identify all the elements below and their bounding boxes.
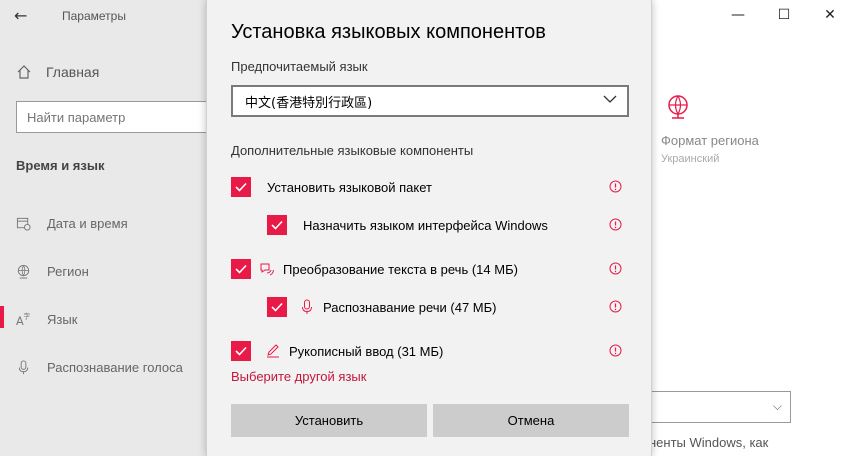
nav-home-label: Главная: [46, 64, 100, 80]
option-speech-recognition[interactable]: Распознавание речи (47 МБ): [267, 296, 497, 318]
info-icon[interactable]: [609, 300, 622, 313]
speech-icon: [260, 263, 274, 276]
pen-icon: [267, 344, 279, 358]
maximize-icon[interactable]: ☐: [761, 0, 807, 30]
minimize-icon[interactable]: —: [715, 0, 761, 30]
main-content: [630, 0, 853, 456]
microphone-icon: [18, 360, 29, 375]
sidebar-item-voice[interactable]: Распознавание голоса: [16, 360, 183, 375]
back-arrow-icon[interactable]: ←: [14, 6, 34, 26]
checkbox-checked[interactable]: [231, 177, 251, 197]
chevron-down-icon: ⌵: [772, 399, 782, 413]
microphone-icon: [302, 299, 312, 314]
option-handwriting[interactable]: Рукописный ввод (31 МБ): [231, 340, 443, 362]
close-icon[interactable]: ✕: [807, 0, 853, 30]
search-input[interactable]: [27, 109, 209, 125]
info-icon[interactable]: [609, 218, 622, 231]
globe-icon: [17, 264, 30, 279]
install-language-dialog: Установка языковых компонентов Предпочит…: [206, 0, 652, 456]
optional-features-label: Дополнительные языковые компоненты: [231, 143, 474, 158]
home-icon: [17, 65, 31, 79]
preferred-language-label: Предпочитаемый язык: [231, 59, 368, 74]
section-title: Время и язык: [16, 158, 105, 173]
calendar-clock-icon: [16, 217, 31, 231]
language-select[interactable]: 中文(香港特別行政區): [231, 85, 629, 117]
svg-text:字: 字: [24, 312, 31, 321]
checkbox-checked[interactable]: [267, 297, 287, 317]
region-format-icon: [668, 95, 688, 119]
option-label: Преобразование текста в речь (14 МБ): [283, 261, 518, 277]
sidebar: ← Параметры Главная Время и язык Дата и …: [0, 0, 210, 456]
window-controls: — ☐ ✕: [715, 0, 853, 30]
option-label: Назначить языком интерфейса Windows: [303, 217, 548, 233]
sidebar-item-label: Дата и время: [47, 216, 128, 231]
region-format-title[interactable]: Формат региона: [661, 133, 759, 148]
sidebar-item-datetime[interactable]: Дата и время: [16, 216, 128, 231]
cancel-button[interactable]: Отмена: [433, 404, 629, 437]
sidebar-item-language[interactable]: A字 Язык: [16, 312, 77, 327]
choose-other-language-link[interactable]: Выберите другой язык: [231, 369, 366, 384]
option-label: Распознавание речи (47 МБ): [323, 299, 497, 315]
checkbox-checked[interactable]: [267, 215, 287, 235]
sidebar-item-label: Распознавание голоса: [47, 360, 183, 375]
language-icon: A字: [16, 312, 31, 327]
nav-home[interactable]: Главная: [16, 64, 99, 80]
search-box[interactable]: [16, 101, 210, 133]
background-dropdown[interactable]: ⌵: [650, 391, 791, 423]
chevron-down-icon: [603, 95, 617, 103]
option-label: Установить языковой пакет: [267, 179, 432, 195]
app-title: Параметры: [62, 9, 126, 23]
install-button[interactable]: Установить: [231, 404, 427, 437]
sidebar-item-label: Регион: [47, 264, 89, 279]
background-description: ненты Windows, как: [649, 435, 769, 450]
info-icon[interactable]: [609, 344, 622, 357]
info-icon[interactable]: [609, 180, 622, 193]
dialog-title: Установка языковых компонентов: [231, 21, 546, 43]
region-format-value: Украинский: [661, 153, 720, 165]
sidebar-item-region[interactable]: Регион: [16, 264, 89, 279]
selected-language: 中文(香港特別行政區): [245, 95, 373, 111]
checkbox-checked[interactable]: [231, 341, 251, 361]
option-text-to-speech[interactable]: Преобразование текста в речь (14 МБ): [231, 258, 518, 280]
option-label: Рукописный ввод (31 МБ): [289, 343, 444, 359]
info-icon[interactable]: [609, 262, 622, 275]
option-language-pack[interactable]: Установить языковой пакет: [231, 176, 432, 198]
option-display-language[interactable]: Назначить языком интерфейса Windows: [267, 214, 548, 236]
active-indicator: [0, 306, 4, 328]
checkbox-checked[interactable]: [231, 259, 251, 279]
sidebar-item-label: Язык: [47, 312, 78, 327]
